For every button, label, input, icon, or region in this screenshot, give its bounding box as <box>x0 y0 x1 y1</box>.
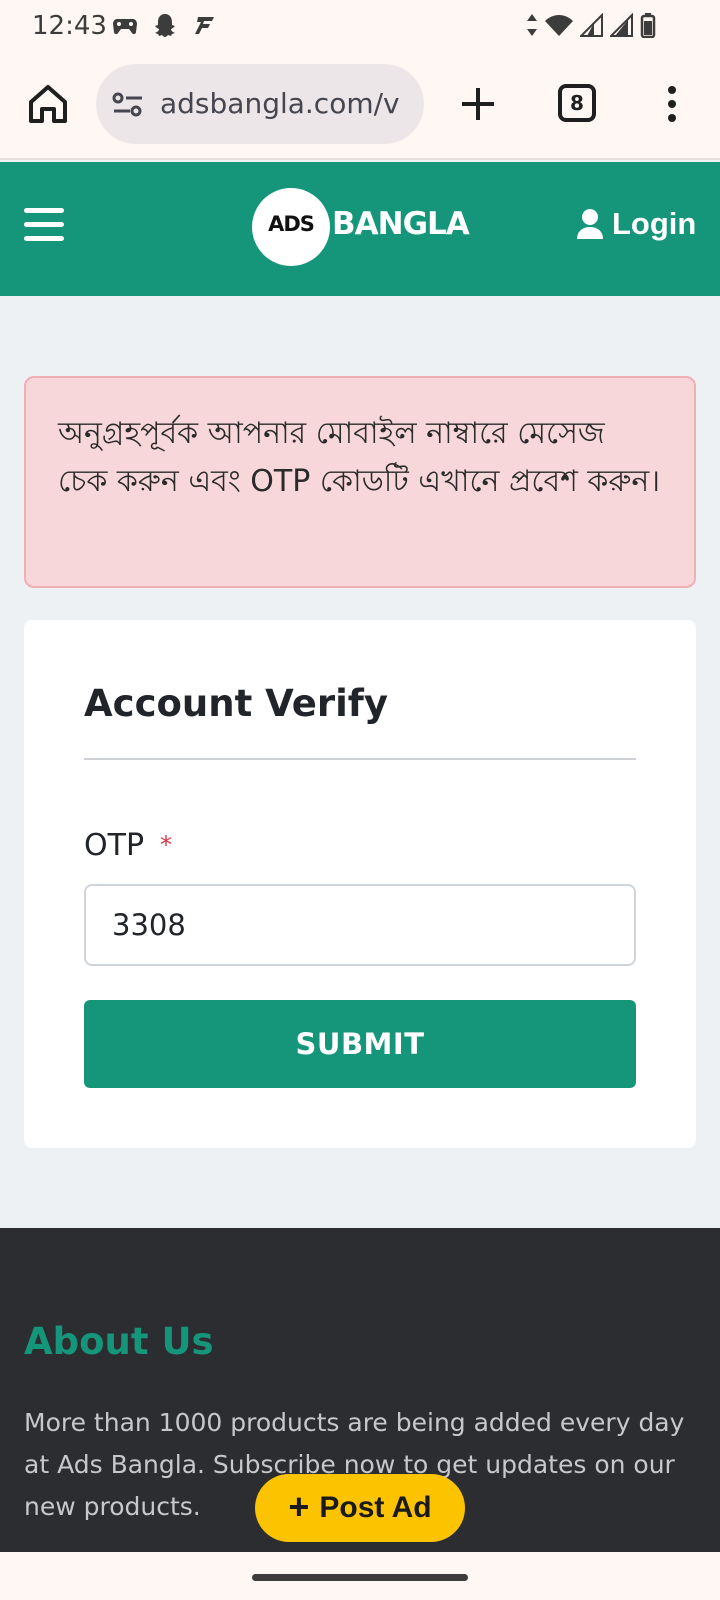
system-icons <box>526 12 656 38</box>
battery-icon <box>640 13 656 38</box>
required-marker: * <box>160 831 173 859</box>
site-logo[interactable]: ADS BANGLA <box>252 188 476 268</box>
submit-button[interactable]: SUBMIT <box>84 1000 636 1088</box>
plus-icon[interactable] <box>456 82 500 126</box>
card-title: Account Verify <box>84 682 389 725</box>
alert-message: অনুগ্রহপূর্বক আপনার মোবাইল নাম্বারে মেসে… <box>58 416 661 499</box>
account-verify-card: Account Verify OTP * SUBMIT <box>24 620 696 1148</box>
tabs-icon[interactable]: 8 <box>558 84 596 122</box>
browser-toolbar: adsbangla.com/v 8 <box>0 52 720 160</box>
status-time: 12:43 <box>32 11 107 41</box>
plus-icon: + <box>288 1485 310 1527</box>
status-bar: 12:43 <box>0 0 720 52</box>
more-vert-icon[interactable] <box>652 82 692 126</box>
post-ad-label: Post Ad <box>319 1491 432 1524</box>
signal-icon <box>610 13 633 37</box>
gamepad-icon <box>113 19 137 35</box>
wifi-icon <box>545 15 573 36</box>
user-icon <box>577 209 603 239</box>
otp-input[interactable] <box>84 884 636 966</box>
app-icon <box>195 17 214 34</box>
home-icon[interactable] <box>26 82 70 126</box>
login-link[interactable]: Login <box>576 206 696 242</box>
url-text[interactable]: adsbangla.com/v <box>160 87 412 120</box>
signal-icon <box>580 13 603 37</box>
snapchat-icon <box>155 14 175 37</box>
logo-bangla-text: BANGLA <box>332 206 470 242</box>
address-bar[interactable]: adsbangla.com/v <box>96 64 424 144</box>
divider <box>84 758 636 760</box>
hamburger-menu-icon[interactable] <box>24 208 64 244</box>
gesture-handle[interactable] <box>252 1574 468 1581</box>
data-arrows-icon <box>527 14 537 36</box>
logo-ads-text: ADS <box>268 212 315 236</box>
navigation-bar <box>0 1552 720 1600</box>
otp-label-text: OTP <box>84 828 145 863</box>
about-title: About Us <box>24 1320 214 1363</box>
otp-alert: অনুগ্রহপূর্বক আপনার মোবাইল নাম্বারে মেসে… <box>24 376 696 588</box>
post-ad-button[interactable]: + Post Ad <box>255 1474 465 1542</box>
site-header: ADS BANGLA Login <box>0 162 720 296</box>
tab-count: 8 <box>570 91 584 115</box>
otp-label: OTP * <box>84 828 172 863</box>
login-label: Login <box>612 206 697 241</box>
site-settings-icon[interactable] <box>112 92 144 118</box>
notification-icons <box>112 12 218 38</box>
